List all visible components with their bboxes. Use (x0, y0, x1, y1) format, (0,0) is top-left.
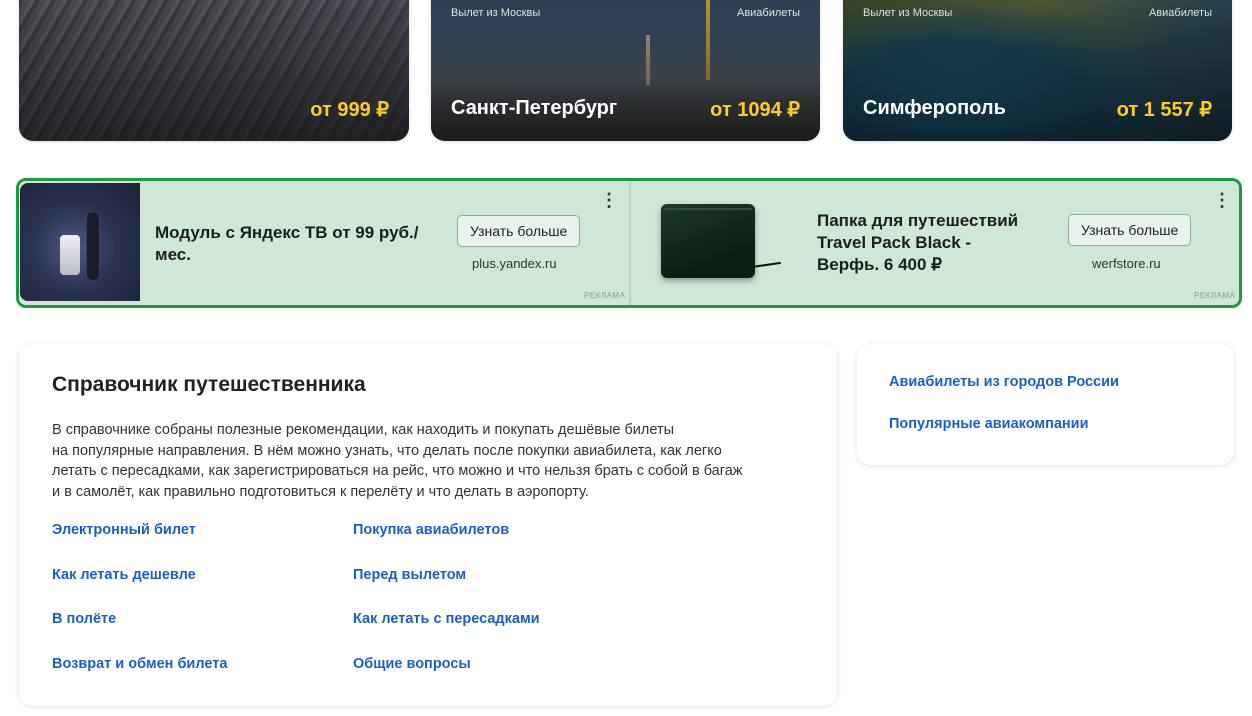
guide-link-buying-tickets[interactable]: Покупка авиабилетов (353, 522, 509, 538)
ad-unit-werf[interactable]: Папка для путешествий Travel Pack Black … (629, 181, 1239, 305)
more-options-icon[interactable]: ⋮ (1213, 191, 1231, 209)
ad-label: РЕКЛАМА (584, 291, 626, 300)
more-options-icon[interactable]: ⋮ (600, 191, 618, 209)
card-category: Авиабилеты (736, 7, 800, 19)
tv-box-icon (60, 235, 80, 275)
card-departure: Вылет из Москвы (451, 7, 541, 19)
guide-link-fly-cheaper[interactable]: Как летать дешевле (52, 567, 196, 583)
learn-more-button[interactable]: Узнать больше (457, 215, 581, 247)
side-link-airlines[interactable]: Популярные авиакомпании (889, 416, 1089, 432)
ad-image-wallet[interactable] (661, 204, 781, 278)
ad-image-tv-module[interactable] (20, 183, 140, 301)
ad-label: РЕКЛАМА (1194, 291, 1236, 300)
card-city: Симферополь (863, 97, 1006, 119)
guide-link-in-flight[interactable]: В полёте (52, 611, 116, 627)
card-price: от 1094 ₽ (710, 99, 800, 121)
destination-card[interactable]: от 999 ₽ (19, 0, 409, 141)
traveler-guide-panel: Справочник путешественника В справочнике… (19, 344, 837, 706)
card-price: от 999 ₽ (310, 99, 389, 121)
guide-link-before-departure[interactable]: Перед вылетом (353, 567, 466, 583)
ad-unit-yandex[interactable]: Модуль с Яндекс ТВ от 99 руб./ мес. Узна… (19, 181, 627, 305)
guide-description: В справочнике собраны полезные рекоменда… (52, 422, 743, 500)
side-link-cities[interactable]: Авиабилеты из городов России (889, 374, 1119, 390)
remote-control-icon (86, 211, 100, 281)
guide-link-faq[interactable]: Общие вопросы (353, 656, 471, 672)
guide-link-e-ticket[interactable]: Электронный билет (52, 522, 196, 538)
ad-banner: Модуль с Яндекс ТВ от 99 руб./ мес. Узна… (16, 178, 1242, 308)
destination-card[interactable]: Вылет из Москвы Авиабилеты Симферополь о… (843, 0, 1232, 141)
guide-link-connections[interactable]: Как летать с пересадками (353, 611, 540, 627)
side-links-panel: Авиабилеты из городов России Популярные … (857, 344, 1234, 465)
destination-card[interactable]: Вылет из Москвы Авиабилеты Санкт-Петербу… (431, 0, 820, 141)
guide-link-refund[interactable]: Возврат и обмен билета (52, 656, 227, 672)
ad-domain[interactable]: plus.yandex.ru (472, 256, 557, 271)
ad-domain[interactable]: werfstore.ru (1092, 256, 1161, 271)
guide-title: Справочник путешественника (52, 373, 366, 396)
card-departure: Вылет из Москвы (863, 7, 953, 19)
card-category: Авиабилеты (1148, 7, 1212, 19)
learn-more-button[interactable]: Узнать больше (1068, 214, 1192, 246)
card-price: от 1 557 ₽ (1116, 99, 1212, 121)
ad-title[interactable]: Модуль с Яндекс ТВ от 99 руб./ мес. (155, 222, 418, 266)
card-city: Санкт-Петербург (451, 97, 618, 119)
ad-title[interactable]: Папка для путешествий Travel Pack Black … (817, 210, 1018, 276)
